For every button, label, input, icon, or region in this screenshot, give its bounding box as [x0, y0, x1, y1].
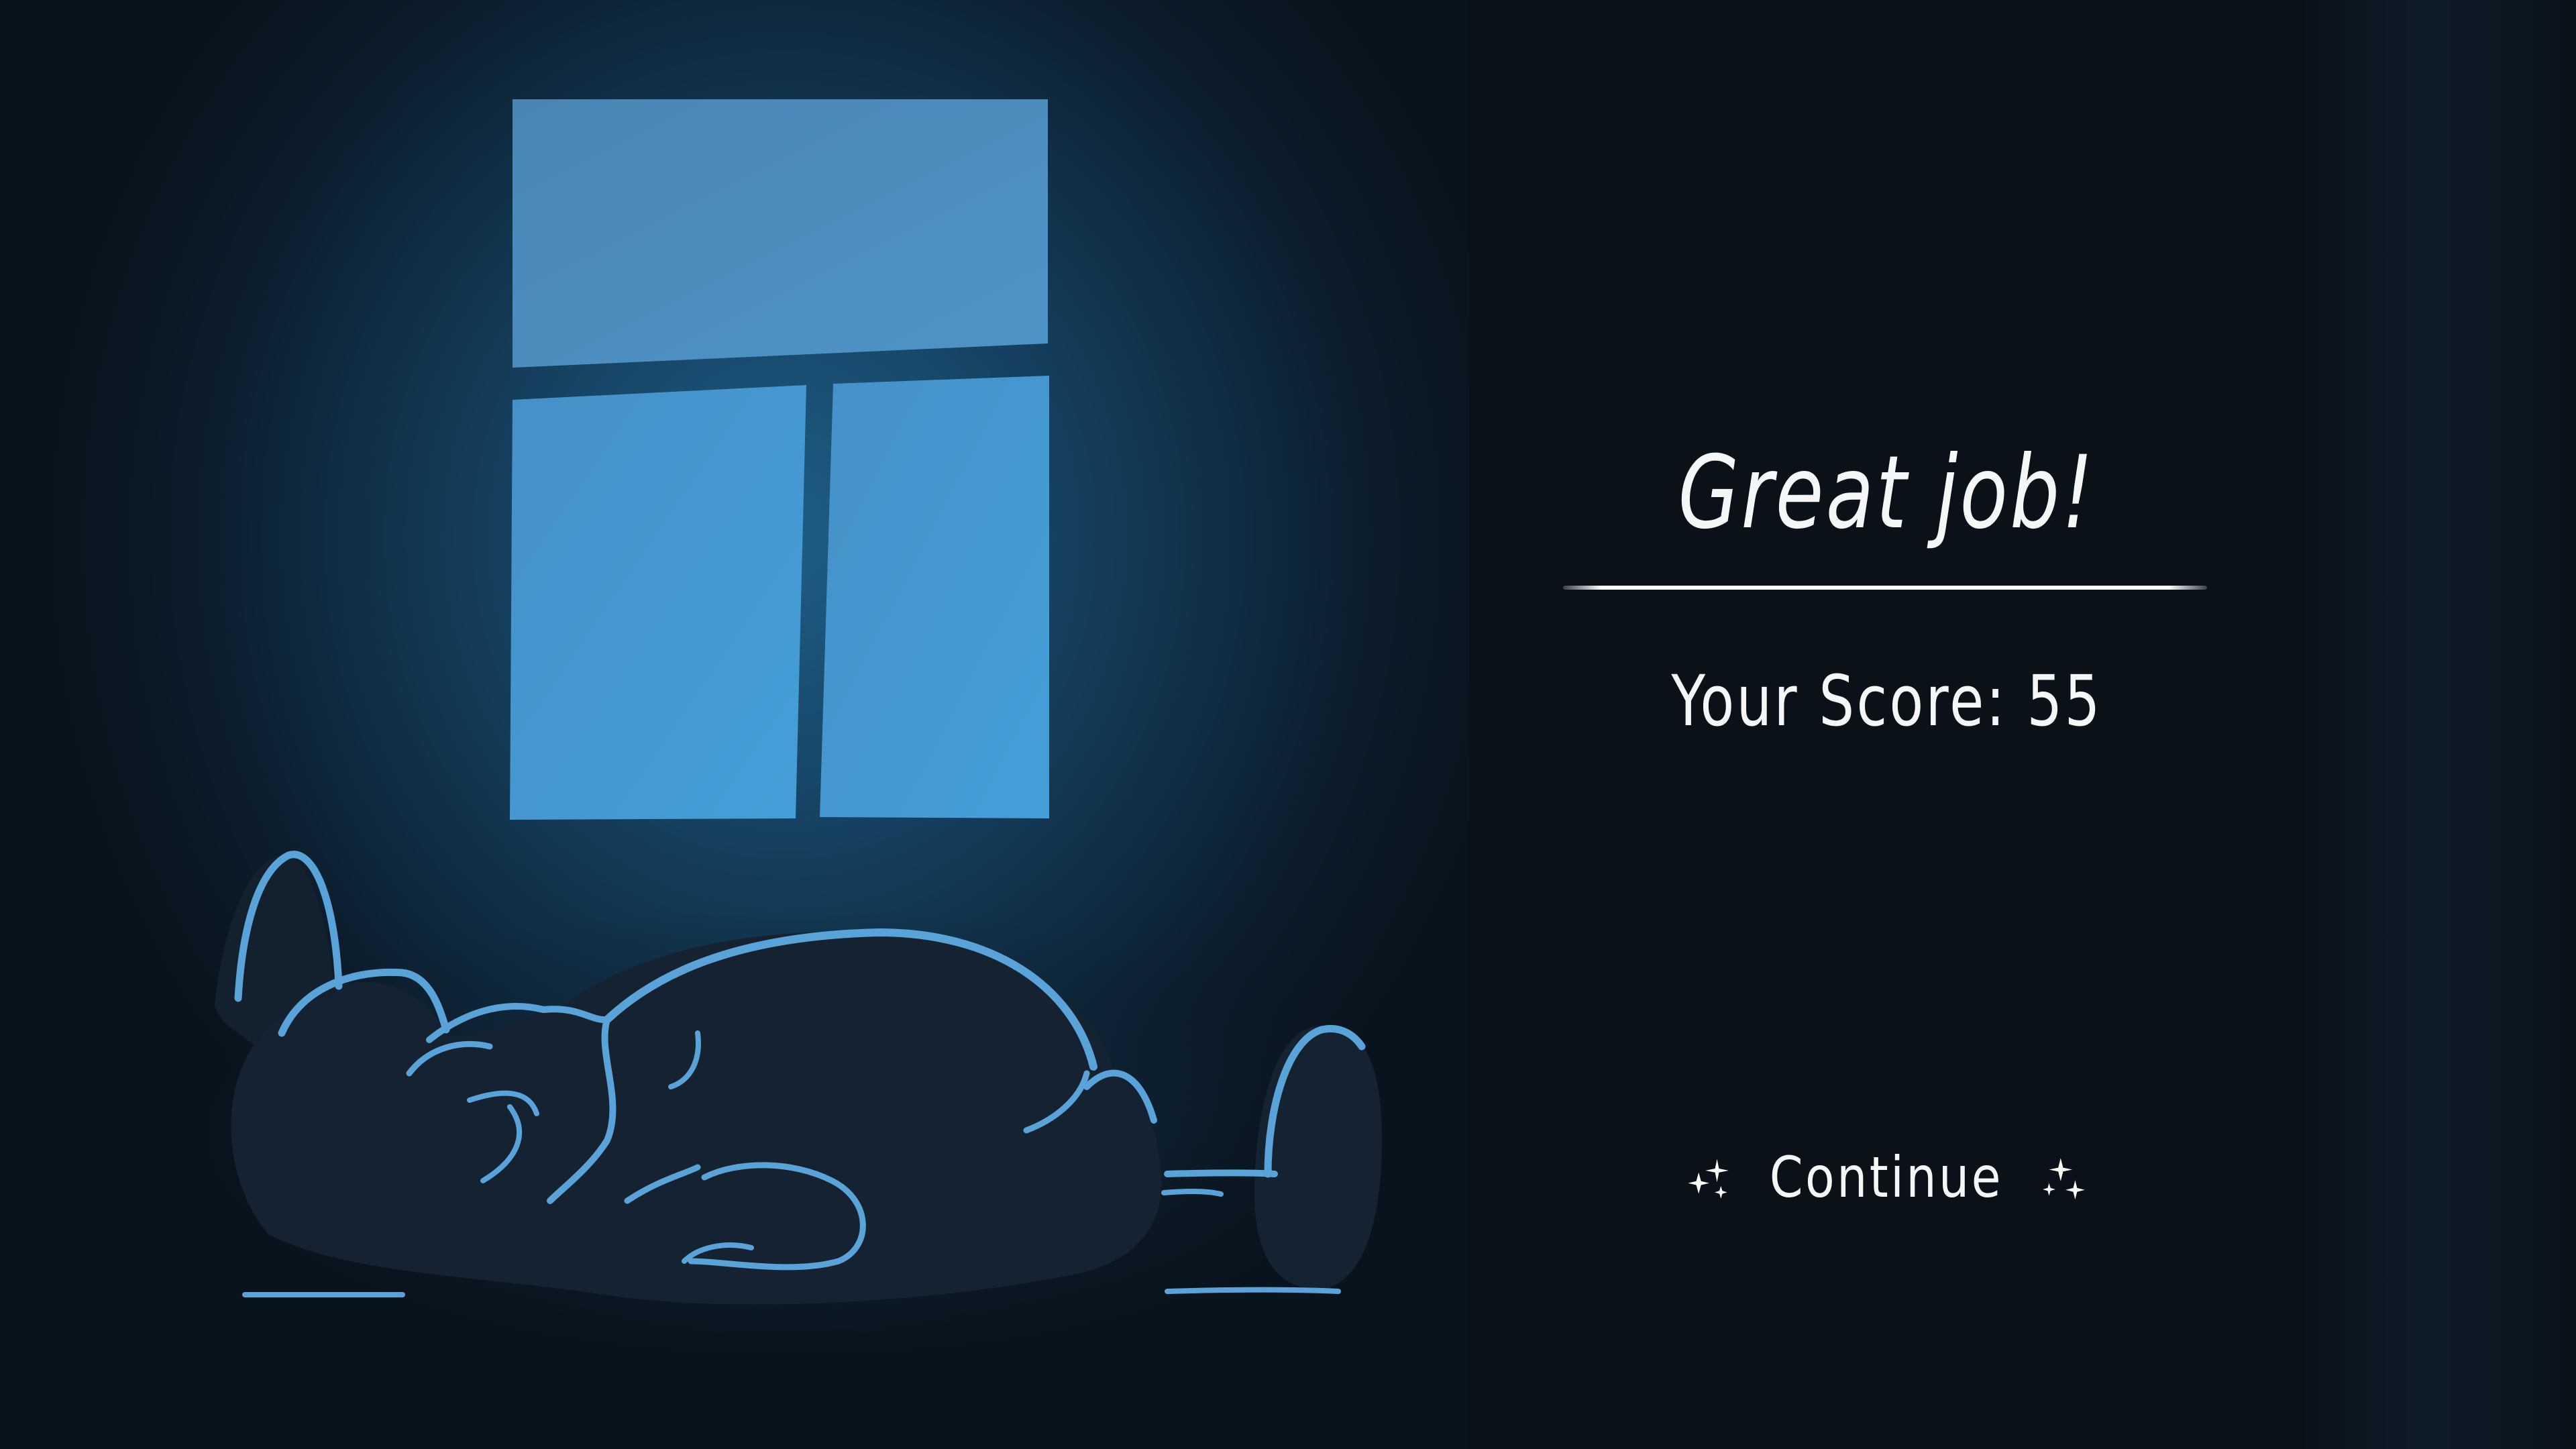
game-screen: Great job! Your Score: 55 Continue	[0, 0, 2576, 1449]
window	[510, 99, 1049, 820]
results-panel: Great job! Your Score: 55 Continue	[1469, 0, 2304, 1449]
window-pane-bottom-left	[510, 385, 806, 820]
score-readout: Your Score: 55	[1553, 657, 2221, 745]
window-pane-bottom-right	[820, 376, 1049, 818]
side-strip	[2304, 0, 2576, 1449]
sparkle-icon	[2043, 1158, 2085, 1200]
score-value: 55	[2027, 660, 2102, 742]
bedroom-scene	[0, 0, 1469, 1449]
result-title: Great job!	[1678, 435, 2096, 551]
window-pane-top	[513, 99, 1048, 368]
continue-label: Continue	[1769, 1144, 2004, 1210]
score-label: Your Score:	[1671, 660, 2007, 742]
title-divider	[1563, 586, 2207, 590]
bedroom-illustration	[188, 99, 1395, 1362]
continue-button[interactable]: Continue	[1685, 1134, 2088, 1221]
sparkle-icon	[1688, 1159, 1729, 1199]
